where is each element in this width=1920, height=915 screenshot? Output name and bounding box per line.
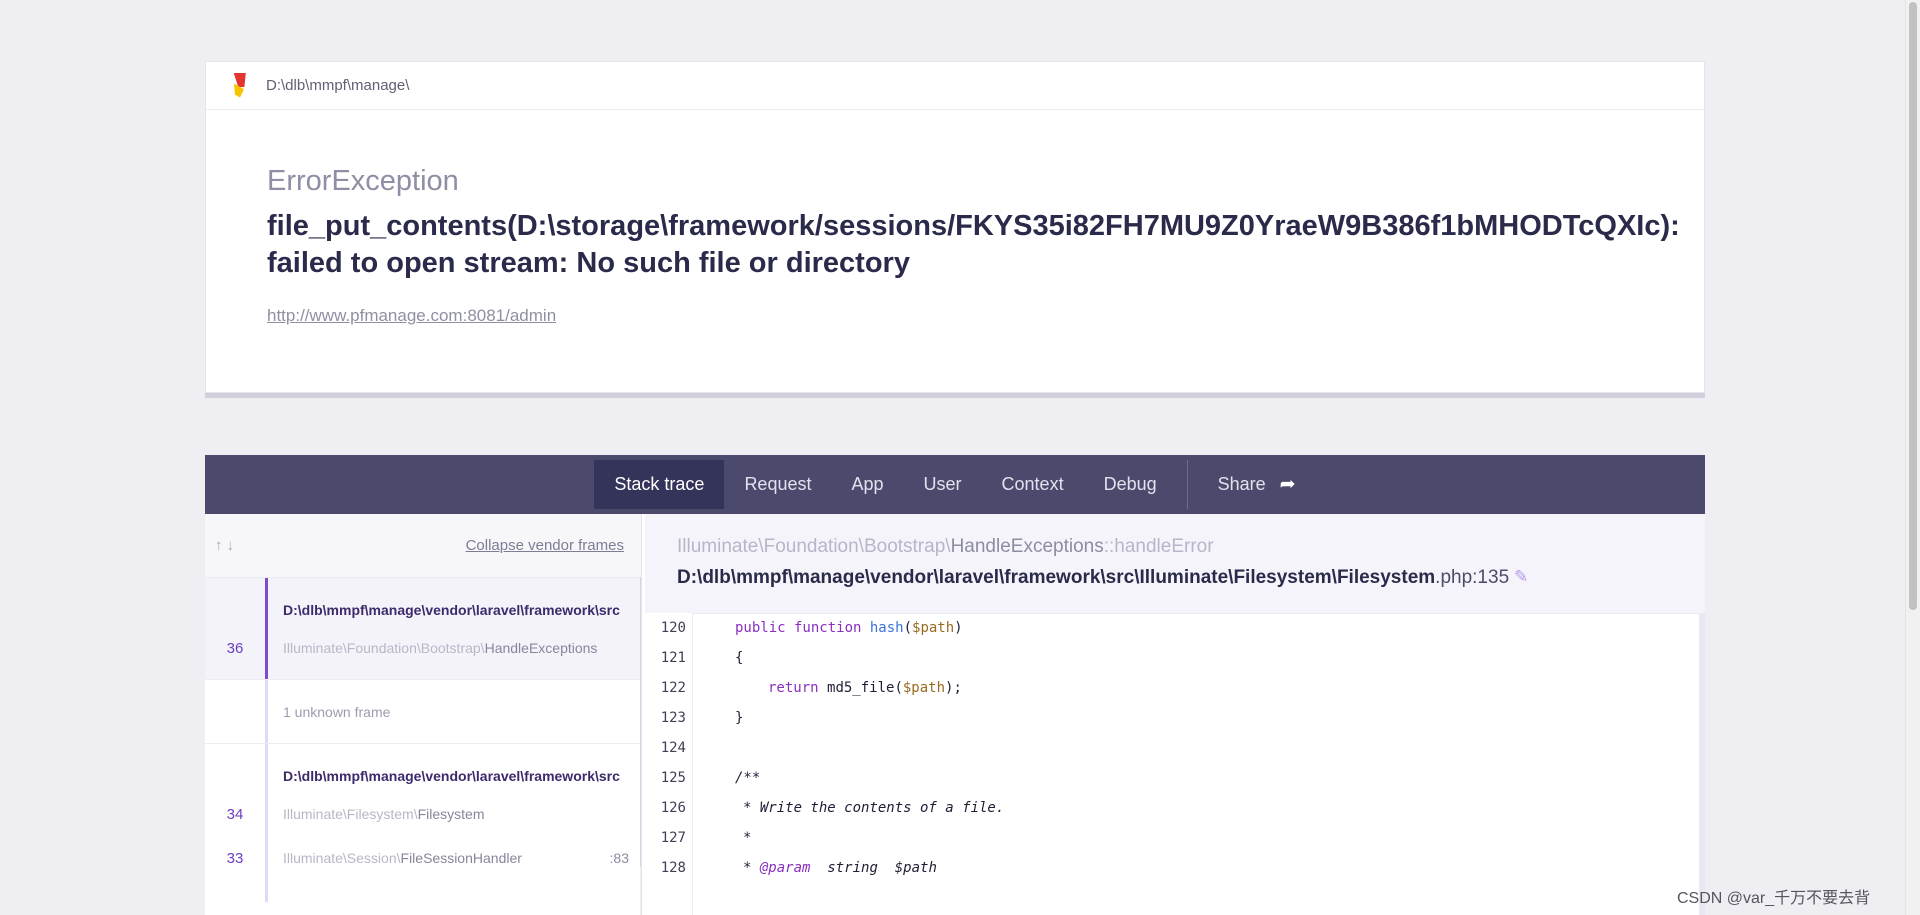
frame-number: 34 [226,806,244,823]
stack-frame-selected[interactable]: D:\dlb\mmpf\manage\vendor\laravel\framew… [205,578,641,680]
code-line: 120 public function hash($path) [660,620,963,636]
code-line: 124 [660,740,686,756]
stack-trace-panel: ↑↓ Collapse vendor frames D:\dlb\mmpf\ma… [205,514,1705,915]
stack-frame[interactable]: 33 Illuminate\Session\FileSessionHandler… [205,842,641,902]
project-path: D:\dlb\mmpf\manage\ [266,77,410,94]
share-label: Share [1217,474,1266,494]
edit-pencil-icon[interactable]: ✎ [1514,567,1528,587]
error-header-card: D:\dlb\mmpf\manage\ ErrorException file_… [205,61,1705,393]
frame-detail-file: D:\dlb\mmpf\manage\vendor\laravel\framew… [677,567,1510,588]
stack-frame[interactable]: D:\dlb\mmpf\manage\vendor\laravel\framew… [205,744,641,848]
frame-number: 33 [226,850,244,867]
frame-number: 36 [226,640,244,657]
exception-class: ErrorException [267,165,459,197]
code-snippet: 120 public function hash($path) 121{ 122 r… [645,613,1705,915]
watermark: CSDN @var_千万不要去背 [1677,890,1871,907]
frame-detail: Illuminate\Foundation\Bootstrap\HandleEx… [645,514,1705,915]
frames-scrollbar[interactable] [640,577,641,915]
tab-bar: Stack trace Request App User Context Deb… [205,455,1705,514]
frame-detail-class: Illuminate\Foundation\Bootstrap\HandleEx… [677,536,1214,557]
tab-debug[interactable]: Debug [1084,460,1177,509]
code-line: 128 * @param string $path [660,860,937,876]
frame-class: Illuminate\Session\FileSessionHandler [283,850,522,866]
frame-class: Illuminate\Foundation\Bootstrap\HandleEx… [283,640,598,656]
frames-list: ↑↓ Collapse vendor frames D:\dlb\mmpf\ma… [205,514,642,915]
tab-context[interactable]: Context [982,460,1084,509]
frame-class: Illuminate\Filesystem\Filesystem [283,806,485,822]
tab-request[interactable]: Request [724,460,831,509]
frames-toolbar: ↑↓ Collapse vendor frames [205,514,641,578]
frame-line: :83 [609,850,629,866]
tab-user[interactable]: User [904,460,982,509]
code-line: 127 * [660,830,752,846]
request-url-link[interactable]: http://www.pfmanage.com:8081/admin [267,306,556,326]
unknown-frame[interactable]: 1 unknown frame [205,680,641,744]
ignition-logo-icon [230,72,248,99]
tab-share[interactable]: Share ➦ [1198,460,1316,509]
code-line: 122 return md5_file($path); [660,680,962,696]
card-top-bar: D:\dlb\mmpf\manage\ [206,62,1704,110]
frame-navigation-arrows-icon[interactable]: ↑↓ [215,537,238,554]
page-scrollbar[interactable] [1905,0,1920,915]
tab-stack-trace[interactable]: Stack trace [594,460,725,509]
code-line: 123} [660,710,744,726]
unknown-frame-label: 1 unknown frame [283,704,391,720]
tab-divider [1186,460,1188,509]
frame-file: D:\dlb\mmpf\manage\vendor\laravel\framew… [283,602,620,618]
collapse-vendor-frames-link[interactable]: Collapse vendor frames [466,537,624,554]
page-scrollbar-thumb[interactable] [1909,2,1917,610]
code-line: 121{ [660,650,744,666]
frame-detail-header: Illuminate\Foundation\Bootstrap\HandleEx… [645,514,1705,614]
exception-message: file_put_contents(D:\storage\framework/s… [267,210,1680,279]
tab-app[interactable]: App [831,460,903,509]
code-scrollbar[interactable] [1699,613,1705,915]
code-line: 125/** [660,770,761,786]
code-line: 126 * Write the contents of a file. [660,800,1005,816]
share-arrow-icon: ➦ [1279,474,1296,495]
frame-file: D:\dlb\mmpf\manage\vendor\laravel\framew… [283,768,620,784]
